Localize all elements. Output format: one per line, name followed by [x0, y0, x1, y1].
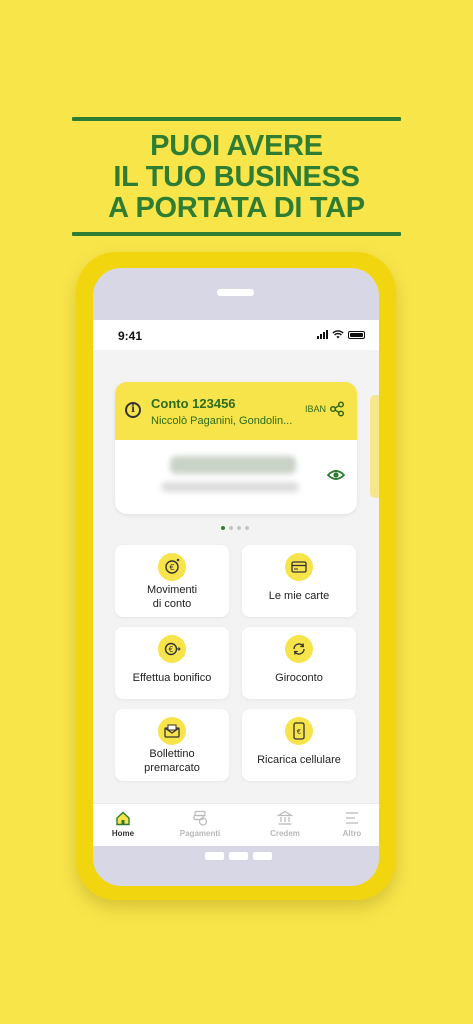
balance-area: [115, 440, 357, 514]
tab-bar: Home Pagamenti Credem Altro: [93, 803, 379, 846]
tab-label: Pagamenti: [179, 829, 221, 838]
home-icon: [116, 811, 130, 826]
promo-headline: PUOI AVERE IL TUO BUSINESS A PORTATA DI …: [72, 117, 401, 236]
status-icons: [317, 330, 365, 339]
status-bar: 9:41: [93, 320, 379, 350]
svg-text:€: €: [297, 728, 301, 736]
euro-refresh-icon: €: [158, 553, 186, 581]
carousel-dot[interactable]: [237, 526, 241, 530]
tile-ricarica[interactable]: € Ricarica cellulare: [242, 709, 356, 781]
carousel-dot[interactable]: [229, 526, 233, 530]
phone-button: [229, 852, 248, 860]
share-icon[interactable]: [329, 401, 345, 417]
headline-line-3: A PORTATA DI TAP: [108, 192, 365, 224]
tile-movimenti[interactable]: € Movimenti di conto: [115, 545, 229, 617]
account-card-header: i Conto 123456 Niccolò Paganini, Gondoli…: [115, 382, 357, 440]
headline-line-2: IL TUO BUSINESS: [113, 161, 360, 193]
next-card-peek[interactable]: [370, 395, 379, 498]
carousel-dot[interactable]: [245, 526, 249, 530]
tab-pagamenti[interactable]: Pagamenti: [170, 810, 230, 838]
tile-label: Giroconto: [275, 672, 323, 684]
headline-text: PUOI AVERE IL TUO BUSINESS A PORTATA DI …: [72, 121, 401, 232]
tile-giroconto[interactable]: Giroconto: [242, 627, 356, 699]
app-screen: 9:41 i Conto 123456 Niccolò Paganini, Go…: [93, 320, 379, 846]
tab-label: Home: [111, 829, 135, 838]
info-icon[interactable]: i: [125, 402, 141, 418]
status-time: 9:41: [118, 329, 143, 343]
carousel-dots: [221, 526, 249, 530]
svg-text:€: €: [169, 645, 174, 654]
mail-icon: [158, 717, 186, 745]
carousel-dot[interactable]: [221, 526, 225, 530]
phone-mockup: 9:41 i Conto 123456 Niccolò Paganini, Go…: [76, 252, 396, 900]
tile-bollettino[interactable]: Bollettino premarcato: [115, 709, 229, 781]
account-title: Conto 123456: [151, 396, 236, 411]
phone-bottom-buttons: [205, 852, 272, 860]
tab-label: Altro: [342, 829, 362, 838]
tile-label: Bollettino premarcato: [144, 748, 200, 774]
headline-line-1: PUOI AVERE: [150, 130, 323, 162]
wifi-icon: [332, 330, 344, 339]
battery-icon: [348, 330, 365, 339]
tile-carte[interactable]: Le mie carte: [242, 545, 356, 617]
phone-bezel: 9:41 i Conto 123456 Niccolò Paganini, Go…: [93, 268, 379, 886]
tab-altro[interactable]: Altro: [322, 810, 379, 838]
bottom-rule: [72, 232, 401, 236]
signal-icon: [317, 330, 328, 339]
tile-label: Ricarica cellulare: [257, 754, 341, 766]
tab-credem[interactable]: Credem: [255, 810, 315, 838]
svg-text:€: €: [169, 563, 174, 572]
iban-label[interactable]: IBAN: [305, 404, 326, 414]
bank-icon: [277, 810, 293, 825]
tile-label: Le mie carte: [268, 590, 330, 602]
speaker-slit: [217, 289, 254, 296]
hidden-balance: [170, 456, 296, 474]
menu-icon: [346, 812, 358, 824]
account-card[interactable]: i Conto 123456 Niccolò Paganini, Gondoli…: [115, 382, 357, 514]
hidden-balance-detail: [161, 482, 299, 492]
tab-label: Credem: [270, 829, 300, 838]
eye-icon[interactable]: [327, 468, 345, 482]
phone-button: [205, 852, 224, 860]
tile-label: Movimenti di conto: [146, 584, 198, 610]
tile-bonifico[interactable]: € Effettua bonifico: [115, 627, 229, 699]
phone-button: [253, 852, 272, 860]
tile-label: Effettua bonifico: [132, 672, 212, 684]
phone-recharge-icon: €: [285, 717, 313, 745]
account-holder: Niccolò Paganini, Gondolin...: [151, 415, 293, 427]
payments-icon: [193, 810, 208, 826]
euro-transfer-icon: €: [158, 635, 186, 663]
tab-home[interactable]: Home: [93, 810, 153, 838]
card-icon: [285, 553, 313, 581]
cycle-arrows-icon: [285, 635, 313, 663]
